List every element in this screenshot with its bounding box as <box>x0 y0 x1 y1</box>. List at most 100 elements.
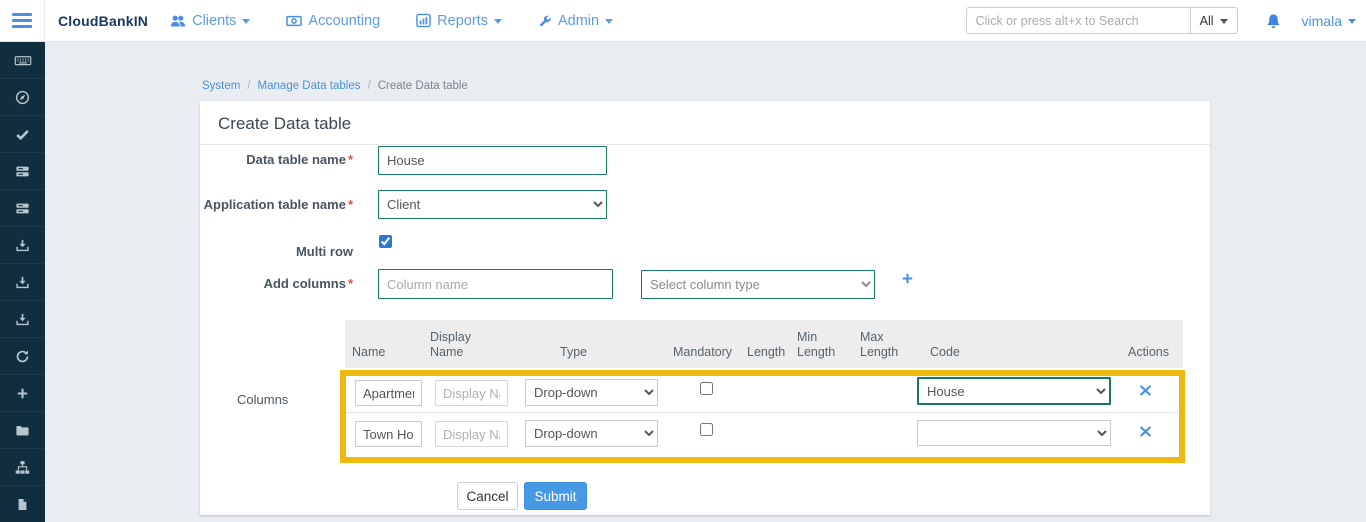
search-filter-button[interactable]: All <box>1190 7 1238 34</box>
column-type-select[interactable]: Select column type <box>641 270 875 299</box>
application-table-name-select[interactable]: Client <box>378 190 607 219</box>
top-navbar: CloudBankIN Clients Accounting Reports A… <box>0 0 1366 42</box>
breadcrumb-separator: / <box>247 80 250 92</box>
menu-label: Admin <box>558 13 599 29</box>
hamburger-icon <box>12 10 32 31</box>
row1-mandatory-checkbox[interactable] <box>700 382 713 395</box>
sidebar-item-folder[interactable] <box>0 412 45 449</box>
multi-row-checkbox[interactable] <box>379 235 392 248</box>
menu-item-reports[interactable]: Reports <box>416 13 502 29</box>
cancel-button[interactable]: Cancel <box>457 482 518 510</box>
banknote-icon <box>286 13 302 29</box>
sidebar-item-sitemap[interactable] <box>0 449 45 486</box>
main-menu: Clients Accounting Reports Admin <box>170 13 613 29</box>
menu-toggle-button[interactable] <box>0 0 45 42</box>
check-icon <box>15 127 30 142</box>
row1-name-input[interactable] <box>355 380 422 406</box>
breadcrumb-system[interactable]: System <box>202 80 240 92</box>
page-title: Create Data table <box>200 101 1210 145</box>
server-icon <box>15 201 30 216</box>
column-header-name: Name <box>352 345 385 360</box>
row2-name-input[interactable] <box>355 421 422 447</box>
column-header-type: Type <box>560 345 587 360</box>
global-search: All <box>966 7 1238 34</box>
sidebar-item-import-3[interactable] <box>0 301 45 338</box>
notifications-bell-icon[interactable] <box>1265 12 1282 29</box>
sitemap-icon <box>15 460 30 475</box>
sidebar-item-server-2[interactable] <box>0 190 45 227</box>
column-header-length: Length <box>747 345 785 360</box>
breadcrumb-separator: / <box>367 80 370 92</box>
application-table-name-label: Application table name* <box>200 197 353 212</box>
user-menu[interactable]: vimala <box>1302 13 1356 29</box>
menu-label: Clients <box>192 13 236 29</box>
main-content: System / Manage Data tables / Create Dat… <box>45 42 1366 522</box>
row1-type-select[interactable]: Drop-down <box>525 379 658 406</box>
sidebar-item-import-1[interactable] <box>0 227 45 264</box>
caret-down-icon <box>1220 19 1228 24</box>
keyboard-icon <box>14 53 32 68</box>
search-input[interactable] <box>966 7 1190 34</box>
sidebar-item-import-2[interactable] <box>0 264 45 301</box>
required-asterisk: * <box>348 152 353 167</box>
refresh-icon <box>15 349 30 364</box>
file-icon <box>16 497 29 512</box>
sidebar-item-refresh[interactable] <box>0 338 45 375</box>
menu-item-accounting[interactable]: Accounting <box>286 13 380 29</box>
column-name-input[interactable] <box>378 269 613 299</box>
column-header-mandatory: Mandatory <box>673 345 732 360</box>
row1-display-name-input[interactable] <box>435 380 508 406</box>
data-table-name-input[interactable] <box>378 146 607 175</box>
column-header-display-name: Display Name <box>430 330 485 360</box>
server-icon <box>15 164 30 179</box>
row1-delete-icon[interactable] <box>1139 384 1152 397</box>
sidebar-item-add[interactable] <box>0 375 45 412</box>
caret-down-icon <box>1348 19 1356 24</box>
download-icon <box>15 312 30 327</box>
sidebar-item-server-1[interactable] <box>0 153 45 190</box>
multi-row-label: Multi row <box>200 244 353 259</box>
add-column-plus-icon[interactable] <box>901 272 914 285</box>
row2-code-select[interactable] <box>917 420 1111 446</box>
row2-delete-icon[interactable] <box>1139 425 1152 438</box>
sidebar-item-compass[interactable] <box>0 79 45 116</box>
users-icon <box>170 13 186 29</box>
column-header-code: Code <box>930 345 960 360</box>
bar-chart-icon <box>416 13 431 28</box>
download-icon <box>15 275 30 290</box>
add-columns-label: Add columns* <box>200 276 353 291</box>
navbar-right: All vimala <box>966 7 1366 34</box>
caret-down-icon <box>605 19 613 24</box>
row2-display-name-input[interactable] <box>435 421 508 447</box>
left-sidebar <box>0 42 45 522</box>
columns-table-header: Name Display Name Type Mandatory Length … <box>345 320 1183 368</box>
menu-label: Accounting <box>308 13 380 29</box>
row2-mandatory-checkbox[interactable] <box>700 423 713 436</box>
submit-button[interactable]: Submit <box>524 482 587 510</box>
folder-icon <box>15 423 30 438</box>
sidebar-item-check[interactable] <box>0 116 45 153</box>
sidebar-item-keyboard[interactable] <box>0 42 45 79</box>
row-divider <box>346 412 1179 413</box>
data-table-name-label: Data table name* <box>200 152 353 167</box>
app-logo: CloudBankIN <box>58 13 148 29</box>
column-header-min-length: Min Length <box>797 330 845 360</box>
create-data-table-panel: Create Data table Data table name* Appli… <box>200 101 1210 515</box>
required-asterisk: * <box>348 197 353 212</box>
columns-rows-highlight-box: Drop-down House Drop-down <box>340 370 1185 463</box>
menu-label: Reports <box>437 13 488 29</box>
breadcrumb-manage-data-tables[interactable]: Manage Data tables <box>258 80 361 92</box>
column-header-max-length: Max Length <box>860 330 910 360</box>
row2-type-select[interactable]: Drop-down <box>525 420 658 447</box>
column-header-actions: Actions <box>1128 345 1169 360</box>
wrench-icon <box>538 14 552 28</box>
breadcrumb-current: Create Data table <box>378 80 468 92</box>
username: vimala <box>1302 13 1342 29</box>
columns-label: Columns <box>237 392 288 407</box>
download-icon <box>15 238 30 253</box>
sidebar-item-file[interactable] <box>0 486 45 522</box>
menu-item-clients[interactable]: Clients <box>170 13 250 29</box>
menu-item-admin[interactable]: Admin <box>538 13 613 29</box>
search-filter-label: All <box>1200 14 1214 28</box>
row1-code-select[interactable]: House <box>917 377 1111 405</box>
